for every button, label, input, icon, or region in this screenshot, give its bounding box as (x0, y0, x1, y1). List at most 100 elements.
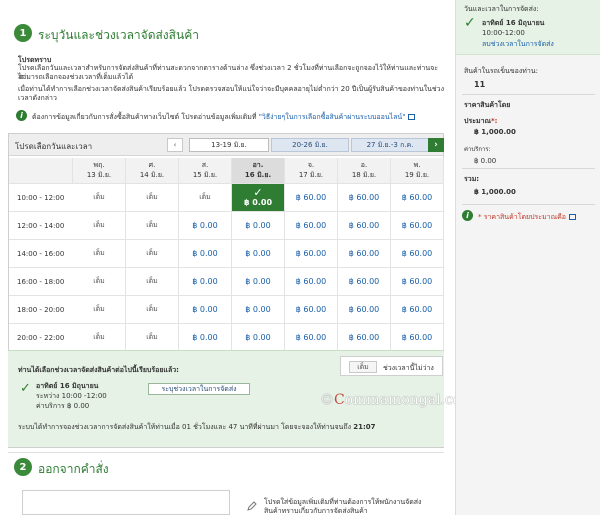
full-slot: เต็ม (73, 184, 126, 212)
slot-price-cell[interactable]: ฿ 60.00 (338, 268, 391, 296)
info-icon: i (16, 110, 27, 121)
full-slot: เต็ม (73, 324, 126, 352)
day-date: 15 มิ.ย. (192, 171, 218, 179)
day-of-week: ส. (201, 161, 209, 169)
watermark-letter: C (334, 392, 345, 408)
slot-price-cell[interactable]: ฿ 0.00 (179, 240, 232, 268)
day-of-week: อ. (360, 161, 368, 169)
slot-price-cell[interactable]: ฿ 60.00 (285, 268, 338, 296)
slot-price-cell[interactable]: ฿ 60.00 (391, 184, 444, 212)
slot-price-cell[interactable]: ฿ 60.00 (285, 184, 338, 212)
price-note-text: * ราคาสินค้าโดยประมาณคือ (478, 213, 566, 221)
day-of-week: พ. (413, 161, 421, 169)
slot-price-cell[interactable]: ฿ 60.00 (338, 324, 391, 352)
full-slot: เต็ม (126, 324, 179, 352)
sidebar-divider-3 (462, 204, 595, 205)
full-slot: เต็ม (179, 184, 232, 212)
slot-price-cell[interactable]: ฿ 60.00 (391, 324, 444, 352)
slot-price-cell[interactable]: ฿ 0.00 (179, 268, 232, 296)
full-label: เต็ม (146, 221, 158, 229)
full-label: เต็ม (146, 305, 158, 313)
slot-price-cell[interactable]: ฿ 0.00 (179, 212, 232, 240)
range-tab-1[interactable]: 13-19 มิ.ย. (189, 138, 269, 152)
slot-price-cell[interactable]: ฿ 0.00 (232, 240, 285, 268)
summary-fee: ค่าบริการ ฿ 0.00 (36, 402, 90, 410)
cart-items-count: 11 (474, 80, 486, 89)
day-date: 14 มิ.ย. (139, 171, 165, 179)
slot-price-cell[interactable]: ฿ 60.00 (285, 324, 338, 352)
estimate-label-text: ประมาณ (464, 117, 492, 125)
info-text-body: ต้องการข้อมูลเกี่ยวกับการสั่งซื้อสินค้าท… (32, 113, 259, 121)
time-label: 10:00 - 12:00 (9, 184, 73, 212)
day-date: 19 มิ.ย. (404, 171, 430, 179)
slot-price-cell[interactable]: ฿ 0.00 (179, 324, 232, 352)
day-header: ศ. 14 มิ.ย. (126, 158, 179, 184)
slot-price-cell[interactable]: ฿ 0.00 (179, 296, 232, 324)
prev-week-button[interactable]: ‹ (167, 138, 183, 152)
info-text: ต้องการข้อมูลเกี่ยวกับการสั่งซื้อสินค้าท… (32, 112, 416, 123)
time-label: 12:00 - 14:00 (9, 212, 73, 240)
slot-picker-label: โปรดเลือกวันและเวลา (15, 142, 93, 151)
full-label: เต็ม (146, 277, 158, 285)
slot-price-cell[interactable]: ฿ 60.00 (285, 296, 338, 324)
full-label: เต็ม (199, 193, 211, 201)
remove-delivery-time-link[interactable]: ลบช่วงเวลาในการจัดส่ง (482, 39, 554, 50)
slot-price-cell[interactable]: ฿ 60.00 (338, 240, 391, 268)
price-note-link[interactable]: * ราคาสินค้าโดยประมาณคือ (478, 212, 576, 223)
slot-price-cell[interactable]: ฿ 60.00 (338, 184, 391, 212)
how-to-buy-link[interactable]: "วิธีง่ายๆในการเลือกซื้อสินค้าผ่านระบบออ… (259, 113, 406, 121)
watermark-prefix: © (320, 392, 334, 408)
sidebar-delivery-box: วันและเวลาในการจัดส่ง: ✓ อาทิตย์ 16 มิถุ… (456, 0, 600, 55)
slot-price-cell[interactable]: ฿ 60.00 (338, 212, 391, 240)
day-of-week: ศ. (148, 161, 156, 169)
legend-text: ช่วงเวลานี้ไม่ว่าง (383, 364, 434, 372)
price-label: ราคาสินค้าโดย (464, 101, 511, 109)
next-week-button[interactable]: › (428, 138, 444, 152)
slot-price-cell[interactable]: ฿ 0.00 (232, 296, 285, 324)
full-slot: เต็ม (126, 268, 179, 296)
watermark: ©Commamongal.com (320, 392, 475, 408)
slot-price-cell[interactable]: ฿ 0.00 (232, 324, 285, 352)
set-delivery-time-button[interactable]: ระบุช่วงเวลาในการจัดส่ง (148, 383, 250, 395)
full-slot: เต็ม (126, 240, 179, 268)
day-header: ส. 15 มิ.ย. (179, 158, 232, 184)
slot-price-cell[interactable]: ฿ 60.00 (391, 268, 444, 296)
range-tab-2[interactable]: 20-26 มิ.ย. (271, 138, 349, 152)
day-of-week: อา. (252, 161, 264, 169)
slot-price-cell[interactable]: ฿ 0.00 (232, 268, 285, 296)
estimate-value: ฿ 1,000.00 (474, 128, 516, 136)
estimate-label: ประมาณ*: (464, 116, 497, 127)
legend-full-swatch: เต็ม (349, 361, 377, 373)
sidebar-date: อาทิตย์ 16 มิถุนายน (482, 19, 545, 27)
full-label: เต็ม (93, 305, 105, 313)
section-1-title: ระบุวันและช่วงเวลาจัดส่งสินค้า (38, 28, 199, 42)
selected-slot[interactable]: ✓ ฿ 0.00 (232, 184, 285, 212)
delivery-note-textarea[interactable] (22, 490, 230, 515)
slot-price: ฿ 0.00 (243, 198, 273, 207)
range-tab-3[interactable]: 27 มิ.ย.-3 ก.ค. (351, 138, 429, 152)
full-slot: เต็ม (126, 296, 179, 324)
full-slot: เต็ม (73, 296, 126, 324)
slot-price-cell[interactable]: ฿ 60.00 (391, 240, 444, 268)
sidebar-time: 10:00-12:00 (482, 29, 525, 37)
notice-line-2: สามารถเลือกจองช่วงเวลาที่เต็มแล้วได้ (18, 73, 134, 81)
sidebar-heading: วันและเวลาในการจัดส่ง: (464, 5, 539, 13)
full-slot: เต็ม (126, 184, 179, 212)
legend: เต็ม ช่วงเวลานี้ไม่ว่าง (340, 356, 443, 376)
full-label: เต็ม (146, 333, 158, 341)
step-2-badge: 2 (14, 458, 32, 476)
estimate-asterisk: *: (491, 117, 498, 125)
slot-price-cell[interactable]: ฿ 0.00 (232, 212, 285, 240)
slot-price-cell[interactable]: ฿ 60.00 (285, 240, 338, 268)
slot-price-cell[interactable]: ฿ 60.00 (338, 296, 391, 324)
slot-price-cell[interactable]: ฿ 60.00 (391, 212, 444, 240)
day-of-week: พฤ. (93, 161, 105, 169)
slot-price-cell[interactable]: ฿ 60.00 (391, 296, 444, 324)
reservation-footer: ระบบได้ทำการจองช่วงเวลาการจัดส่งสินค้าให… (18, 422, 376, 433)
slot-price-cell[interactable]: ฿ 60.00 (285, 212, 338, 240)
delivery-note-hint-2: สินค้าทราบเกี่ยวกับการจัดส่งสินค้า (264, 507, 368, 515)
full-slot: เต็ม (73, 212, 126, 240)
check-icon: ✓ (20, 381, 31, 396)
time-label: 18:00 - 20:00 (9, 296, 73, 324)
external-link-icon (408, 114, 416, 120)
